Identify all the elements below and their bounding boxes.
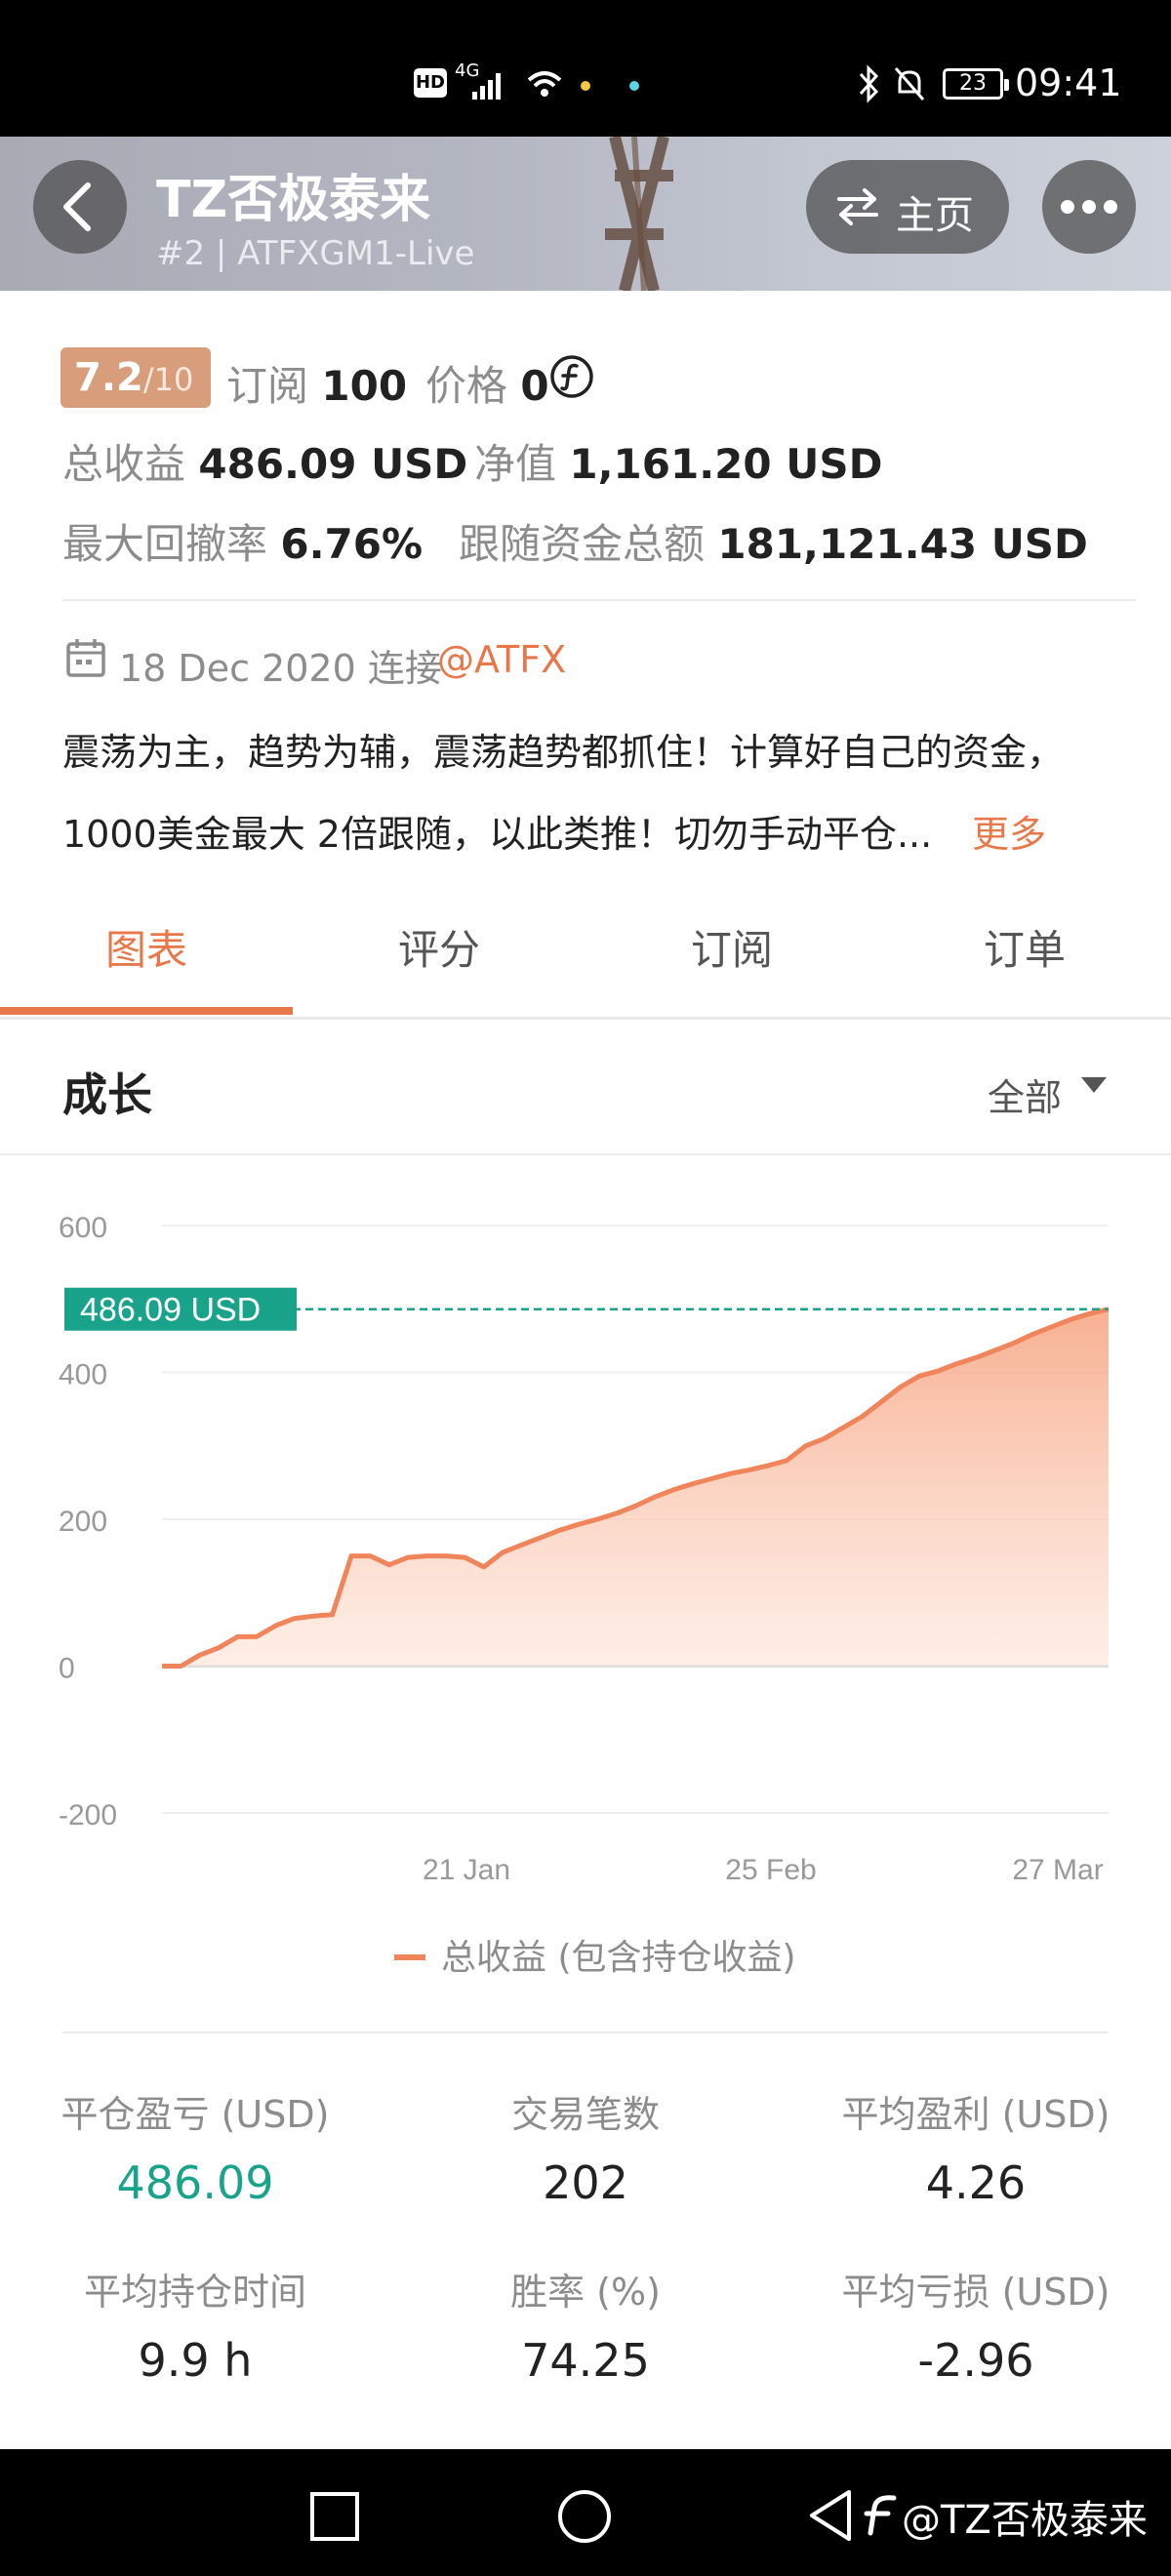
total-profit-value: 486.09 USD	[198, 440, 468, 488]
growth-title: 成长	[62, 1068, 152, 1121]
trade-count-label: 交易笔数	[510, 2093, 660, 2136]
avg-hold-time-value: 9.9 h	[138, 2334, 253, 2387]
description-line-2: 1000美金最大 2倍跟随，以此类推！切勿手动平仓...	[62, 813, 933, 856]
tabs-divider	[0, 1017, 1171, 1020]
rating-badge: 7.2/10	[61, 347, 211, 408]
win-rate-value: 74.25	[521, 2334, 650, 2387]
drawdown-label: 最大回撤率	[62, 520, 268, 568]
x-tick-label: 27 Mar	[1012, 1854, 1103, 1886]
page-header: TZ否极泰来 #2 | ATFXGM1-Live 主页	[0, 137, 1171, 291]
equity-label: 净值	[474, 440, 557, 488]
subscribe-value: 100	[321, 362, 408, 410]
wifi-icon	[527, 71, 562, 97]
rating-value: 7.2	[74, 355, 143, 400]
legend-label: 总收益 (包含持仓收益)	[441, 1938, 796, 1978]
page-title: TZ否极泰来	[156, 171, 431, 229]
coin-icon	[550, 355, 593, 398]
more-link[interactable]: 更多	[972, 804, 1046, 858]
watermark-logo-icon	[864, 2495, 897, 2536]
mute-bell-icon	[894, 67, 925, 101]
more-dots-icon	[1061, 200, 1117, 214]
x-tick-label: 21 Jan	[423, 1854, 510, 1886]
current-value-badge: 486.09 USD	[64, 1287, 297, 1331]
max-drawdown: 最大回撤率 6.76%	[62, 511, 423, 571]
recent-apps-button[interactable]	[308, 2490, 361, 2543]
avg-loss-label: 平均亏损 (USD)	[841, 2271, 1110, 2314]
price-value: 0	[520, 362, 549, 410]
avg-profit-label: 平均盈利 (USD)	[841, 2093, 1110, 2136]
y-tick-label: -200	[59, 1799, 117, 1831]
tab-rating[interactable]: 评分	[293, 917, 586, 977]
total-profit: 总收益 486.09 USD	[62, 431, 467, 491]
subscribe-count: 订阅 100	[226, 353, 407, 413]
description-line-1: 震荡为主，趋势为辅，震荡趋势都抓住！计算好自己的资金，	[62, 731, 1065, 774]
watermark-text: @TZ否极泰来	[902, 2498, 1148, 2543]
home-button-label: 主页	[896, 193, 974, 238]
drawdown-value: 6.76%	[280, 520, 424, 568]
back-button[interactable]	[33, 160, 127, 254]
tab-chart[interactable]: 图表	[0, 917, 293, 977]
tab-active-indicator	[0, 1007, 293, 1015]
more-menu-button[interactable]	[1042, 160, 1136, 254]
follow-funds-value: 181,121.43 USD	[717, 520, 1088, 568]
tab-subscribe[interactable]: 订阅	[586, 917, 878, 977]
range-filter-dropdown[interactable]: 全部	[988, 1067, 1062, 1121]
y-tick-label: 200	[59, 1506, 107, 1538]
swap-icon	[837, 188, 878, 225]
battery-icon: 23	[943, 68, 1009, 100]
rating-denominator: /10	[142, 361, 194, 398]
notification-dot-icon-2	[629, 81, 639, 91]
home-button[interactable]: 主页	[806, 160, 1009, 254]
closed-pnl-label: 平仓盈亏 (USD)	[61, 2093, 330, 2136]
current-value-label: 486.09 USD	[80, 1292, 261, 1329]
y-tick-label: 600	[59, 1212, 107, 1244]
caret-down-icon	[1081, 1077, 1107, 1093]
growth-divider	[0, 1153, 1171, 1155]
chevron-left-icon	[63, 182, 91, 231]
avg-profit-value: 4.26	[925, 2156, 1027, 2209]
equity: 净值 1,161.20 USD	[474, 431, 882, 491]
follow-funds-label: 跟随资金总额	[459, 520, 706, 568]
price-label: 价格	[425, 362, 508, 410]
back-nav-button[interactable]	[806, 2488, 853, 2543]
growth-chart: 600 400 200 0 -200 21 Jan 25 Feb 27 Mar 486.09…	[59, 1212, 1110, 1978]
clock: 09:41	[1015, 61, 1122, 104]
account-subtitle: #2 | ATFXGM1-Live	[156, 234, 475, 273]
system-nav-bar: @TZ否极泰来	[0, 2449, 1171, 2576]
broker-link[interactable]: @ATFX	[437, 638, 566, 681]
chart-legend: 总收益 (包含持仓收益)	[394, 1938, 796, 1978]
connect-date: 18 Dec 2020 连接	[119, 647, 442, 690]
stats-divider	[62, 2032, 1109, 2033]
win-rate-label: 胜率 (%)	[510, 2271, 661, 2314]
tab-orders[interactable]: 订单	[878, 917, 1171, 977]
divider	[62, 599, 1136, 601]
trade-count-value: 202	[543, 2156, 628, 2209]
y-tick-label: 400	[59, 1359, 107, 1391]
status-bar: HD 4G 23 09:41	[0, 0, 1171, 137]
price: 价格 0	[425, 353, 549, 413]
home-nav-button[interactable]	[556, 2488, 613, 2545]
subscribe-label: 订阅	[226, 362, 309, 410]
follow-funds: 跟随资金总额 181,121.43 USD	[459, 511, 1088, 571]
hd-icon: HD	[414, 68, 447, 98]
avg-loss-value: -2.96	[917, 2334, 1034, 2387]
notification-dot-icon	[581, 81, 590, 91]
calendar-icon	[66, 639, 105, 677]
equity-value: 1,161.20 USD	[569, 440, 883, 488]
y-tick-label: 0	[59, 1653, 75, 1685]
total-profit-label: 总收益	[62, 440, 186, 488]
closed-pnl-value: 486.09	[116, 2156, 274, 2209]
bluetooth-icon	[859, 64, 879, 103]
x-tick-label: 25 Feb	[725, 1854, 816, 1886]
avg-hold-time-label: 平均持仓时间	[83, 2271, 306, 2314]
signal-icon	[472, 73, 501, 100]
